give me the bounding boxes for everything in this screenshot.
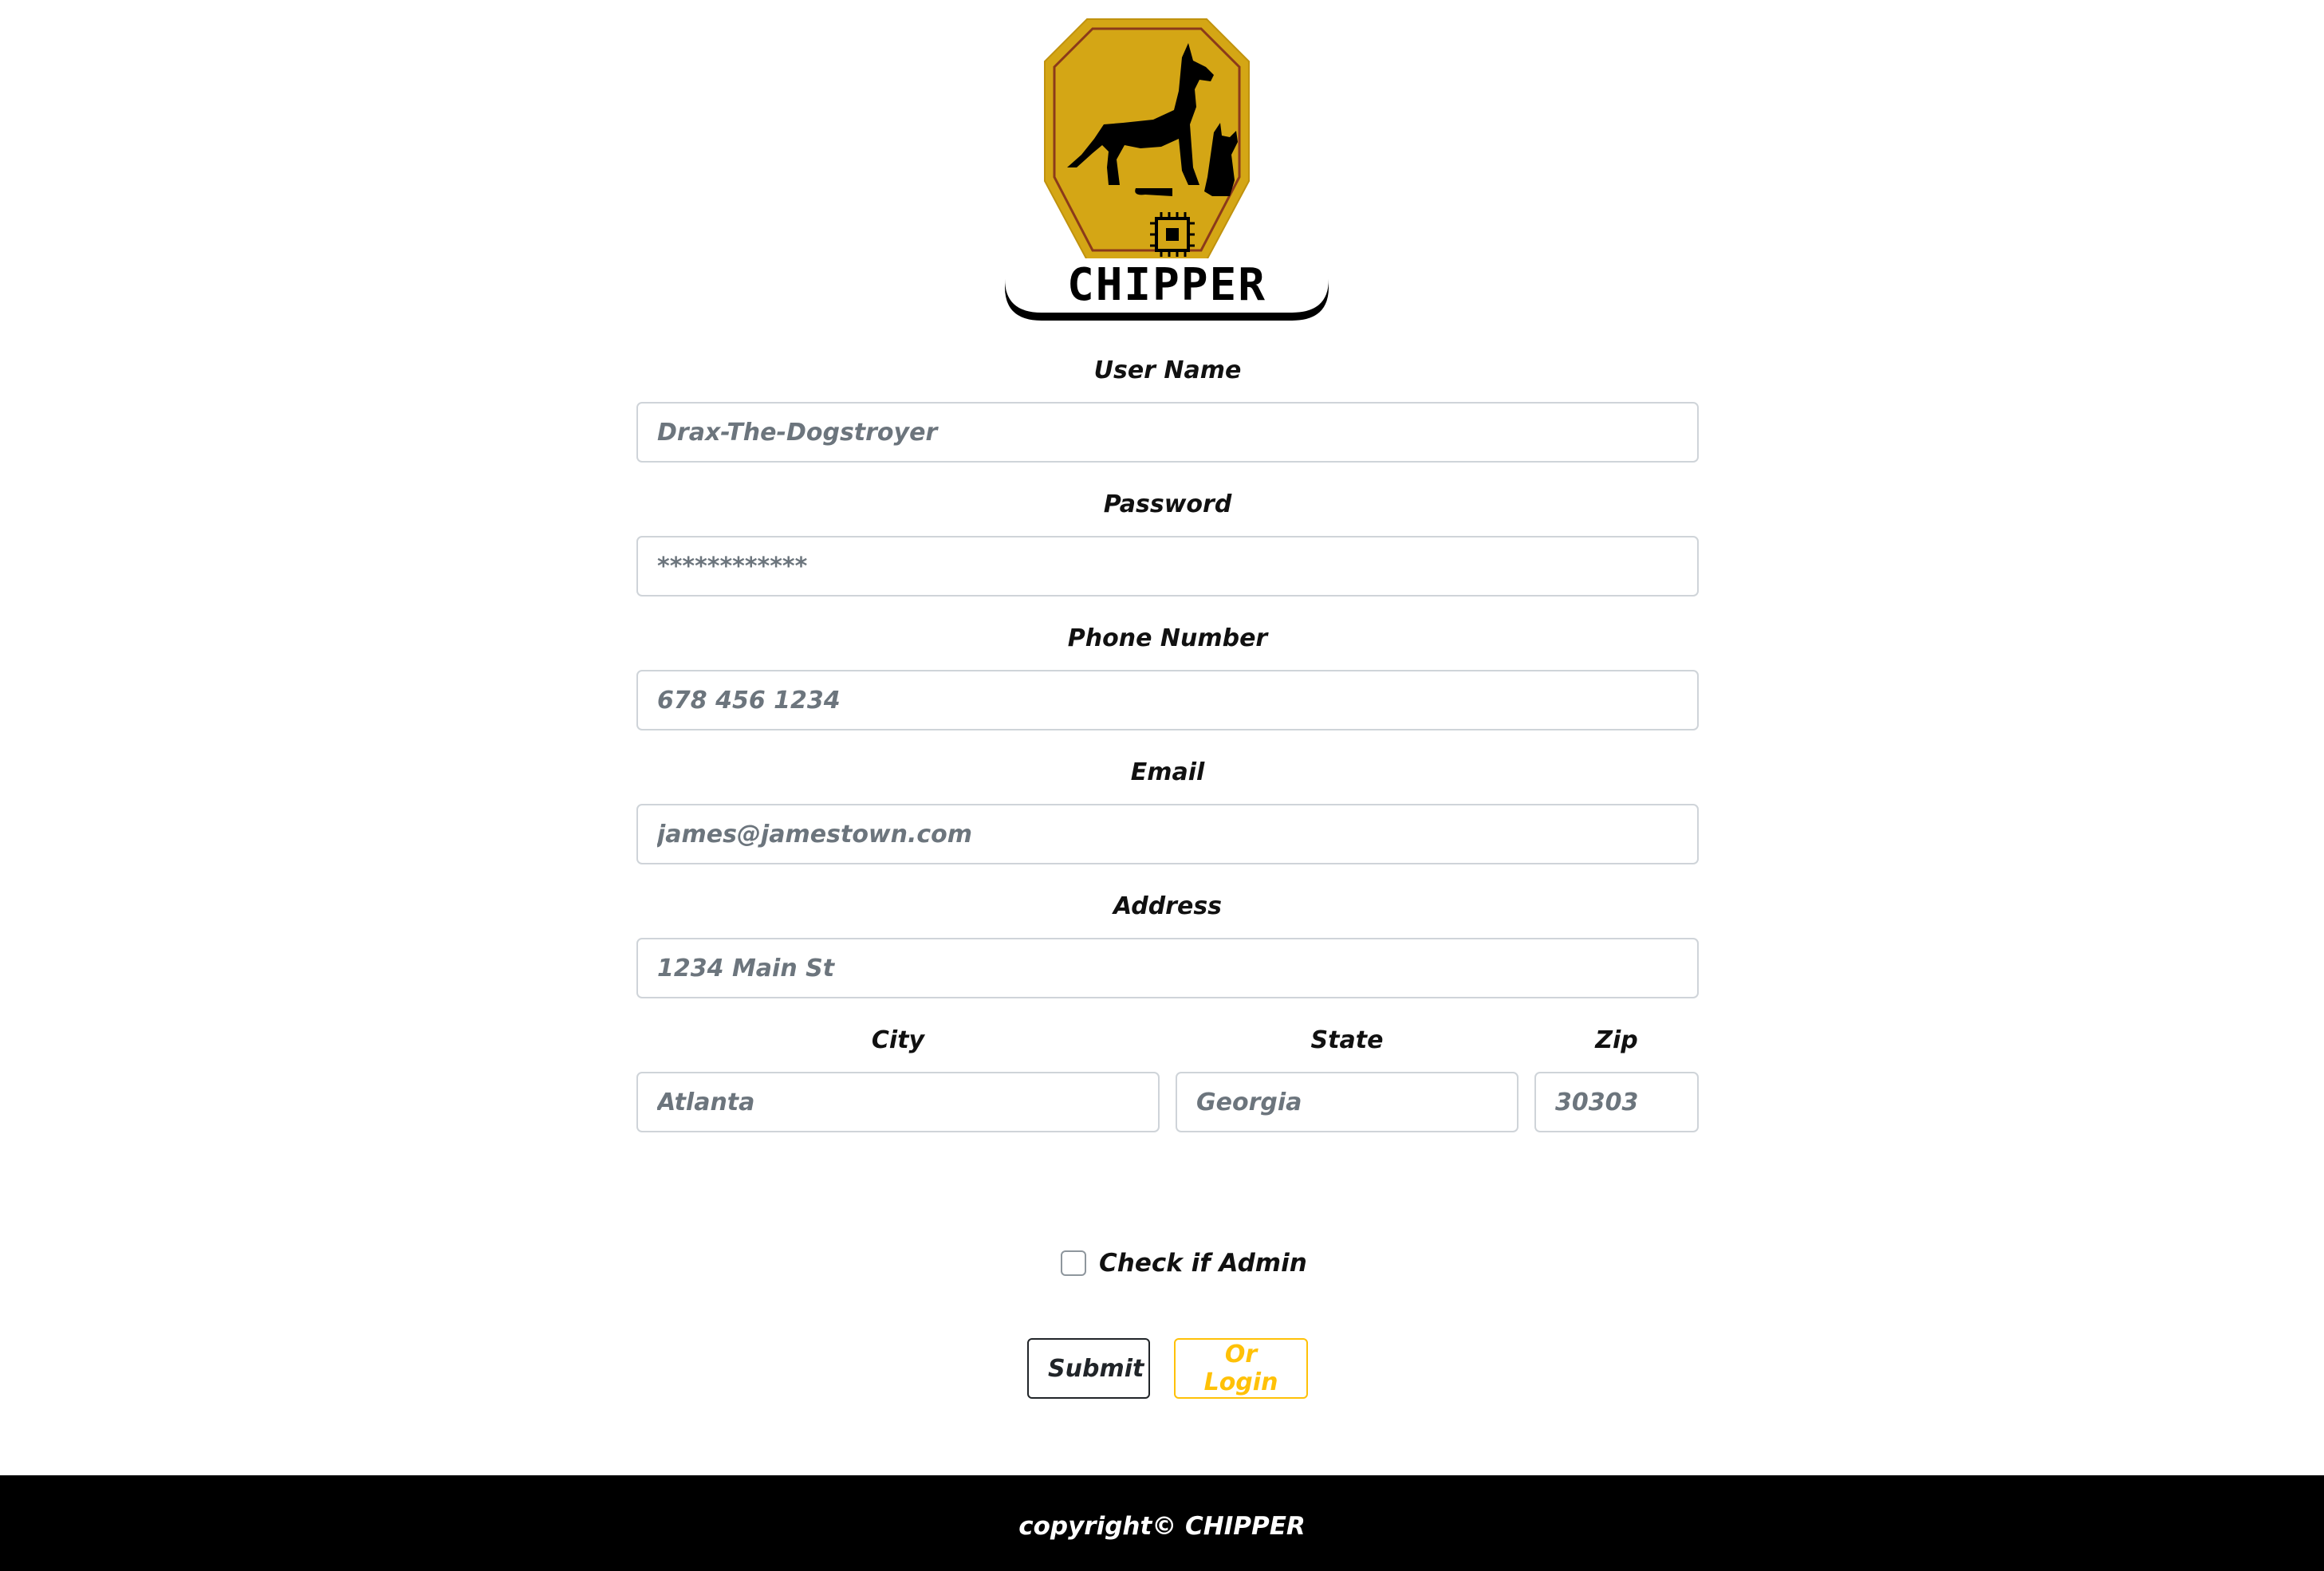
admin-checkbox-row[interactable]: Check if Admin — [1061, 1245, 1307, 1282]
state-label: State — [1310, 1026, 1384, 1054]
submit-button[interactable]: Submit — [1027, 1338, 1150, 1399]
username-label: User Name — [1093, 356, 1242, 384]
signup-page: CHIPPER User Name Password Phone Number … — [0, 0, 2324, 1571]
brand-name: CHIPPER — [1067, 259, 1266, 311]
copyright-text: copyright© CHIPPER — [1018, 1512, 1306, 1541]
username-input[interactable] — [636, 402, 1699, 463]
city-label: City — [871, 1026, 925, 1054]
address-field-group: Address — [636, 887, 1699, 998]
address-label: Address — [1113, 892, 1223, 920]
city-field-group: City — [636, 1021, 1160, 1132]
chipper-logo: CHIPPER — [1005, 11, 1329, 327]
address-input[interactable] — [636, 938, 1699, 998]
phone-label: Phone Number — [1067, 624, 1268, 652]
email-field-group: Email — [636, 753, 1699, 864]
password-label: Password — [1103, 490, 1232, 518]
email-input[interactable] — [636, 804, 1699, 864]
phone-field-group: Phone Number — [636, 619, 1699, 730]
dog-cat-chip-logo-icon: CHIPPER — [1005, 18, 1329, 321]
registration-form: User Name Password Phone Number Email Ad… — [636, 351, 1699, 1132]
phone-input[interactable] — [636, 670, 1699, 730]
state-input[interactable] — [1176, 1072, 1518, 1132]
zip-label: Zip — [1595, 1026, 1638, 1054]
state-field-group: State — [1176, 1021, 1518, 1132]
zip-input[interactable] — [1534, 1072, 1699, 1132]
admin-checkbox-label[interactable]: Check if Admin — [1099, 1249, 1307, 1278]
admin-checkbox[interactable] — [1061, 1250, 1086, 1276]
username-field-group: User Name — [636, 351, 1699, 463]
city-input[interactable] — [636, 1072, 1160, 1132]
city-state-zip-row: City State Zip — [636, 1021, 1699, 1132]
email-label: Email — [1130, 758, 1205, 786]
zip-field-group: Zip — [1534, 1021, 1699, 1132]
password-field-group: Password — [636, 485, 1699, 597]
form-actions: Submit Or Login — [1027, 1338, 1308, 1399]
password-input[interactable] — [636, 536, 1699, 597]
login-button[interactable]: Or Login — [1174, 1338, 1308, 1399]
footer: copyright© CHIPPER — [0, 1475, 2324, 1571]
